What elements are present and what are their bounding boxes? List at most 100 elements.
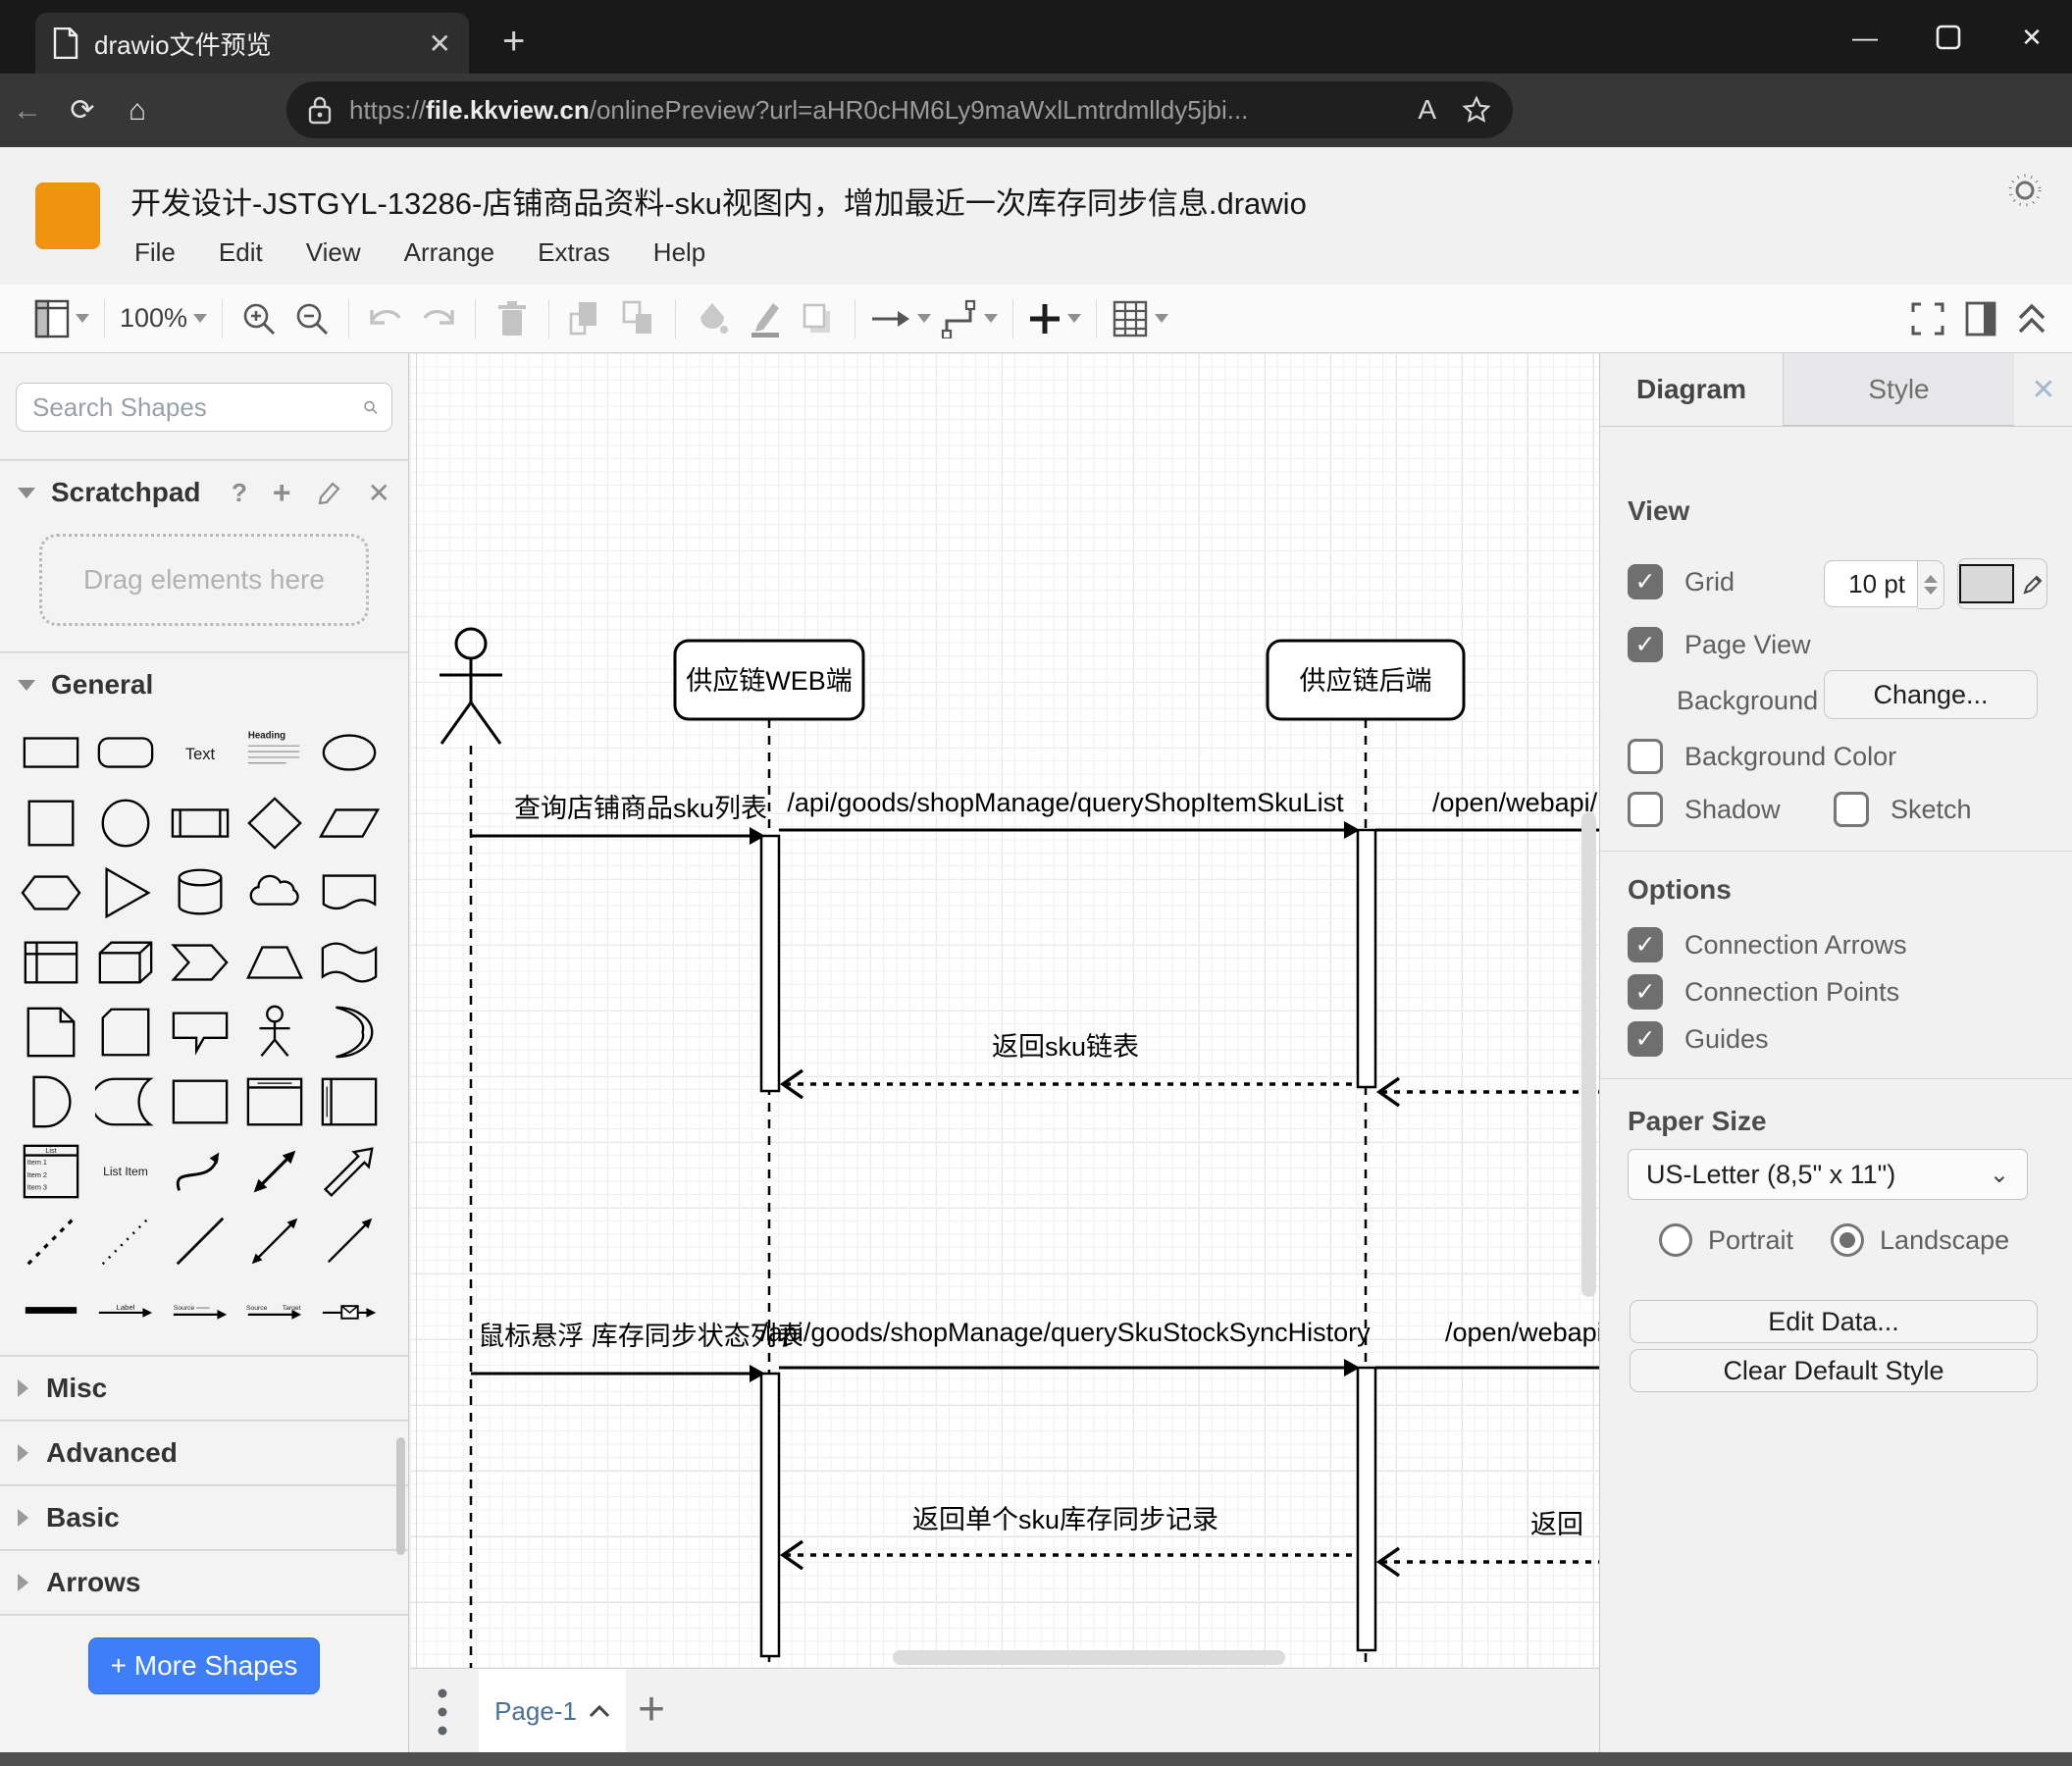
shape-and[interactable]	[14, 1066, 88, 1136]
misc-section-header[interactable]: Misc	[0, 1357, 408, 1420]
horizontal-scrollbar[interactable]	[893, 1650, 1285, 1665]
shape-cloud[interactable]	[237, 857, 312, 927]
shape-rectangle[interactable]	[14, 718, 88, 788]
message-return-right-1[interactable]	[1375, 1076, 1599, 1108]
shape-callout[interactable]	[163, 997, 237, 1066]
shape-actor[interactable]	[237, 997, 312, 1066]
shape-bidirectional-connector[interactable]	[237, 1206, 312, 1275]
shape-rounded-rectangle[interactable]	[88, 718, 163, 788]
fullscreen-icon[interactable]	[1909, 300, 1946, 338]
activation-web-2[interactable]	[759, 1372, 781, 1658]
menu-arrange[interactable]: Arrange	[404, 237, 495, 268]
message-return-single-sku-record[interactable]: 返回单个sku库存同步记录	[779, 1505, 1358, 1571]
reload-icon[interactable]: ⟳	[55, 93, 110, 128]
shape-or[interactable]	[312, 997, 387, 1066]
sidebar-scrollbar[interactable]	[396, 1437, 405, 1555]
menu-help[interactable]: Help	[653, 237, 705, 268]
browser-tab[interactable]: drawio文件预览 ✕	[35, 13, 469, 74]
shape-arrow-with-label[interactable]: Label	[88, 1275, 163, 1345]
insert-button[interactable]	[1028, 297, 1082, 340]
shape-note[interactable]	[14, 997, 88, 1066]
format-panel-toggle-icon[interactable]	[1964, 300, 1997, 338]
shape-edge-source[interactable]: Source	[163, 1275, 237, 1345]
menu-view[interactable]: View	[306, 237, 361, 268]
read-aloud-icon[interactable]: A	[1418, 94, 1436, 126]
address-bar[interactable]: https://file.kkview.cn/onlinePreview?url…	[286, 81, 1513, 138]
activation-backend-2[interactable]	[1356, 1366, 1377, 1652]
shape-container[interactable]	[163, 1066, 237, 1136]
message-hover-sync-list[interactable]: 鼠标悬浮 库存同步状态列表	[471, 1322, 803, 1382]
shape-curve[interactable]	[163, 1136, 237, 1206]
line-color-button[interactable]	[744, 297, 787, 340]
shape-link[interactable]	[14, 1275, 88, 1345]
to-front-button[interactable]	[564, 297, 607, 340]
actor-figure[interactable]	[440, 627, 502, 745]
shape-circle[interactable]	[88, 788, 163, 857]
scratchpad-add-icon[interactable]: +	[273, 475, 291, 511]
collapse-icon[interactable]	[2015, 300, 2048, 338]
redo-button[interactable]	[417, 297, 460, 340]
fill-color-button[interactable]	[691, 297, 734, 340]
shape-dotted-line[interactable]	[88, 1206, 163, 1275]
shape-arrow[interactable]	[312, 1136, 387, 1206]
pages-menu-icon[interactable]	[438, 1687, 447, 1742]
shape-document[interactable]	[312, 857, 387, 927]
shape-internal-storage[interactable]	[14, 927, 88, 997]
shape-process[interactable]	[163, 788, 237, 857]
home-icon[interactable]: ⌂	[110, 94, 165, 128]
shape-list-item[interactable]: List Item	[88, 1136, 163, 1206]
message-open-webapi-item[interactable]: /open/webapi/item	[1375, 1318, 1599, 1370]
shape-square[interactable]	[14, 788, 88, 857]
new-tab-button[interactable]: +	[502, 22, 525, 61]
connection-points-checkbox[interactable]: ✓	[1628, 974, 1663, 1010]
shape-diamond[interactable]	[237, 788, 312, 857]
grid-checkbox[interactable]: ✓	[1628, 564, 1663, 599]
bookmark-star-icon[interactable]	[1462, 95, 1491, 125]
zoom-in-button[interactable]	[237, 297, 281, 340]
delete-button[interactable]	[491, 297, 534, 340]
scratchpad-edit-icon[interactable]	[317, 480, 342, 505]
participant-backend-box[interactable]: 供应链后端	[1266, 639, 1466, 721]
more-shapes-button[interactable]: + More Shapes	[88, 1637, 320, 1694]
shape-hexagon[interactable]	[14, 857, 88, 927]
undo-button[interactable]	[364, 297, 407, 340]
diagram-canvas[interactable]: 供应链WEB端 供应链后端 查询店铺商品sku列表 /api/goods/sho…	[410, 353, 1599, 1668]
waypoint-style-button[interactable]	[941, 297, 999, 340]
shape-vertical-container[interactable]	[237, 1066, 312, 1136]
tab-diagram[interactable]: Diagram	[1600, 353, 1783, 426]
shape-step[interactable]	[163, 927, 237, 997]
scratchpad-section-header[interactable]: Scratchpad ? + ✕	[0, 461, 408, 524]
add-page-button[interactable]: +	[638, 1683, 665, 1737]
shape-line[interactable]	[163, 1206, 237, 1275]
message-query-sync-history-api[interactable]: /api/goods/shopManage/querySkuStockSyncH…	[760, 1318, 1371, 1376]
view-layout-button[interactable]	[34, 297, 89, 340]
basic-section-header[interactable]: Basic	[0, 1486, 408, 1549]
grid-size-input[interactable]	[1824, 560, 1918, 607]
shape-parallelogram[interactable]	[312, 788, 387, 857]
menu-edit[interactable]: Edit	[219, 237, 263, 268]
background-change-button[interactable]: Change...	[1824, 670, 2038, 719]
shape-cylinder[interactable]	[163, 857, 237, 927]
message-return-right-2[interactable]: 返回	[1375, 1510, 1599, 1578]
page-tab[interactable]: Page-1	[479, 1669, 626, 1753]
activation-web-1[interactable]	[759, 834, 781, 1093]
shape-horizontal-container[interactable]	[312, 1066, 387, 1136]
menu-file[interactable]: File	[134, 237, 176, 268]
window-minimize-button[interactable]: —	[1835, 18, 1895, 57]
shape-bidirectional-arrow[interactable]	[237, 1136, 312, 1206]
shape-trapezoid[interactable]	[237, 927, 312, 997]
zoom-out-button[interactable]	[290, 297, 334, 340]
shape-heading[interactable]: Heading	[237, 718, 312, 788]
general-section-header[interactable]: General	[0, 653, 408, 716]
shape-cube[interactable]	[88, 927, 163, 997]
to-back-button[interactable]	[617, 297, 660, 340]
shape-search-box[interactable]	[16, 383, 392, 432]
shape-mail-link[interactable]	[312, 1275, 387, 1345]
window-maximize-button[interactable]	[1918, 18, 1979, 57]
arrow-style-button[interactable]	[870, 297, 932, 340]
clear-default-style-button[interactable]: Clear Default Style	[1630, 1349, 2038, 1392]
background-color-checkbox[interactable]	[1628, 739, 1663, 774]
connection-arrows-checkbox[interactable]: ✓	[1628, 927, 1663, 962]
scratchpad-dropzone[interactable]: Drag elements here	[39, 534, 369, 626]
scratchpad-help-icon[interactable]: ?	[232, 478, 247, 508]
